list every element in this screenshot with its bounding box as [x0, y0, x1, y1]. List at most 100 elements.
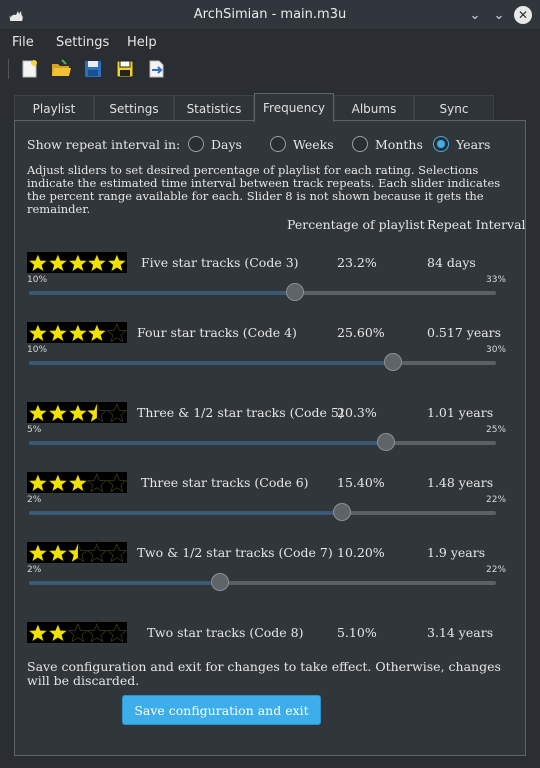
rating-stars	[27, 402, 127, 423]
new-file-icon[interactable]	[18, 58, 40, 80]
tab-settings[interactable]: Settings	[94, 95, 174, 121]
tab-frequency[interactable]: Frequency	[254, 93, 334, 122]
star-full-icon	[107, 252, 127, 272]
star-empty-icon	[107, 542, 127, 562]
star-half-icon	[67, 542, 88, 562]
star-full-icon	[28, 622, 48, 642]
star-empty-icon	[107, 472, 127, 492]
star-empty-icon	[107, 402, 127, 422]
column-header-interval: Repeat Interval	[427, 217, 526, 232]
radio-weeks[interactable]	[270, 136, 286, 152]
footer-note: Save configuration and exit for changes …	[27, 659, 501, 688]
slider-handle[interactable]	[377, 433, 395, 451]
star-full-icon	[28, 252, 48, 272]
slider-handle[interactable]	[211, 573, 229, 591]
rating-percent: 5.10%	[337, 625, 377, 640]
save-configuration-button[interactable]: Save configuration and exit	[122, 695, 321, 725]
slider-min-label: 10%	[27, 345, 48, 355]
rating-label: Five star tracks (Code 3)	[141, 255, 299, 270]
star-empty-icon	[107, 322, 127, 342]
tab-statistics[interactable]: Statistics	[174, 95, 254, 121]
star-full-icon	[28, 402, 48, 422]
rating-percent: 15.40%	[337, 475, 385, 490]
slider-handle[interactable]	[286, 283, 304, 301]
slider-max-label: 25%	[486, 425, 507, 435]
star-full-icon	[28, 472, 48, 492]
rating-label: Three & 1/2 star tracks (Code 5)	[137, 405, 344, 420]
star-full-icon	[87, 322, 108, 342]
menu-settings[interactable]: Settings	[56, 35, 109, 50]
export-icon[interactable]	[146, 58, 168, 80]
percentage-slider[interactable]	[29, 433, 496, 451]
toolbar	[0, 56, 540, 82]
instructions-text: Adjust sliders to set desired percentage…	[27, 163, 501, 216]
slider-max-label: 22%	[486, 495, 507, 505]
star-full-icon	[67, 322, 88, 342]
rating-interval: 3.14 years	[427, 625, 494, 640]
percentage-slider[interactable]	[29, 283, 496, 301]
rating-stars	[27, 322, 127, 343]
star-full-icon	[67, 472, 88, 492]
slider-max-label: 30%	[486, 345, 507, 355]
slider-max-label: 33%	[486, 275, 507, 285]
rating-interval: 84 days	[427, 255, 476, 270]
column-header-percentage: Percentage of playlist	[287, 217, 425, 232]
star-empty-icon	[67, 622, 88, 642]
slider-min-label: 5%	[27, 425, 42, 435]
slider-min-label: 2%	[27, 495, 42, 505]
radio-weeks-label[interactable]: Weeks	[293, 137, 334, 152]
star-empty-icon	[87, 622, 108, 642]
star-full-icon	[47, 322, 68, 342]
star-full-icon	[28, 542, 48, 562]
radio-years[interactable]	[433, 136, 449, 152]
rating-interval: 1.48 years	[427, 475, 494, 490]
star-full-icon	[47, 402, 68, 422]
rating-percent: 25.60%	[337, 325, 385, 340]
radio-days[interactable]	[188, 136, 204, 152]
slider-handle[interactable]	[333, 503, 351, 521]
tab-sync[interactable]: Sync	[414, 95, 494, 121]
rating-stars	[27, 622, 127, 643]
menu-chevron-icon[interactable]: ⌄	[466, 6, 484, 24]
radio-months[interactable]	[352, 136, 368, 152]
save-icon[interactable]	[82, 58, 104, 80]
save-as-icon[interactable]	[114, 58, 136, 80]
minimize-icon[interactable]: ⌄	[490, 6, 508, 24]
slider-fill	[29, 361, 393, 365]
close-icon[interactable]: ✕	[514, 6, 532, 24]
slider-max-label: 22%	[486, 565, 507, 575]
rating-percent: 10.20%	[337, 545, 385, 560]
window-title: ArchSimian - main.m3u	[193, 7, 347, 22]
radio-months-label[interactable]: Months	[375, 137, 423, 152]
rating-interval: 1.01 years	[427, 405, 494, 420]
tab-bar: Playlist Settings Statistics Frequency A…	[14, 93, 514, 122]
menu-file[interactable]: File	[12, 35, 34, 50]
percentage-slider[interactable]	[29, 503, 496, 521]
star-full-icon	[47, 542, 68, 562]
rating-percent: 23.2%	[337, 255, 377, 270]
title-bar: ArchSimian - main.m3u ⌄ ⌄ ✕	[0, 0, 540, 30]
rating-stars	[27, 472, 127, 493]
star-full-icon	[47, 472, 68, 492]
slider-fill	[29, 511, 342, 515]
rating-interval: 0.517 years	[427, 325, 502, 340]
star-full-icon	[67, 252, 88, 272]
star-empty-icon	[87, 472, 108, 492]
percentage-slider[interactable]	[29, 353, 496, 371]
tab-playlist[interactable]: Playlist	[14, 95, 94, 121]
percentage-slider[interactable]	[29, 573, 496, 591]
star-half-icon	[87, 402, 108, 422]
slider-handle[interactable]	[384, 353, 402, 371]
rating-label: Two & 1/2 star tracks (Code 7)	[137, 545, 333, 560]
rating-percent: 20.3%	[337, 405, 377, 420]
open-folder-icon[interactable]	[50, 58, 72, 80]
tab-albums[interactable]: Albums	[334, 95, 414, 121]
radio-years-label[interactable]: Years	[456, 137, 490, 152]
menu-help[interactable]: Help	[127, 35, 157, 50]
star-empty-icon	[107, 622, 127, 642]
radio-days-label[interactable]: Days	[211, 137, 242, 152]
rating-stars	[27, 252, 127, 273]
slider-fill	[29, 441, 386, 445]
slider-min-label: 2%	[27, 565, 42, 575]
star-full-icon	[47, 622, 68, 642]
